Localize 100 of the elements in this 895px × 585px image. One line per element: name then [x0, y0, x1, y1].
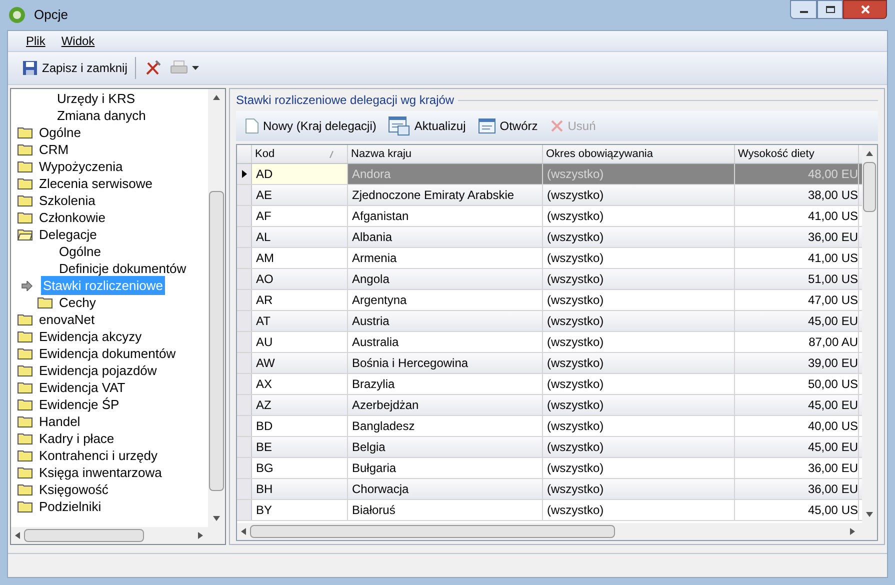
- toolbar-button[interactable]: Aktualizuj: [385, 116, 469, 136]
- table-row[interactable]: BE Belgia (wszystko) 45,00 EU: [237, 437, 862, 458]
- column-header[interactable]: Wysokość diety: [735, 145, 859, 163]
- table-cell: Brazylia: [348, 374, 543, 394]
- tree-item[interactable]: Członkowie: [37, 208, 108, 228]
- tree-item[interactable]: Ewidencje ŚP: [37, 394, 122, 414]
- table-cell: BD: [252, 416, 348, 436]
- table-cell: 45,00 EU: [735, 395, 859, 415]
- tree-item[interactable]: Delegacje: [37, 224, 99, 244]
- table-cell: (wszystko): [543, 185, 735, 205]
- group-title: Stawki rozliczeniowe delegacji wg krajów: [236, 92, 454, 109]
- close-button[interactable]: [843, 0, 887, 19]
- toolbar-button[interactable]: Otwórz: [474, 117, 541, 135]
- tree-item[interactable]: Ewidencja pojazdów: [37, 360, 159, 380]
- table-cell: 40,00 US: [735, 416, 859, 436]
- table-row[interactable]: AW Bośnia i Hercegowina (wszystko) 39,00 EU: [237, 353, 862, 374]
- tree-item[interactable]: Wypożyczenia: [37, 156, 125, 176]
- tree-item[interactable]: Handel: [37, 412, 82, 432]
- table-cell: 51,00 US: [735, 269, 859, 289]
- table-cell: Argentyna: [348, 290, 543, 310]
- table-row[interactable]: AF Afganistan (wszystko) 41,00 US: [237, 206, 862, 227]
- column-header[interactable]: Nazwa kraju: [348, 145, 543, 163]
- printer-icon: [170, 60, 188, 76]
- tree-item[interactable]: Szkolenia: [37, 190, 98, 210]
- table-cell: Białoruś: [348, 500, 543, 520]
- tree-item[interactable]: Ewidencja VAT: [37, 378, 128, 398]
- tree-item[interactable]: Kontrahenci i urzędy: [37, 446, 160, 466]
- tree-item[interactable]: Ewidencja akcyzy: [37, 326, 144, 346]
- tree-item[interactable]: Księga inwentarzowa: [37, 462, 164, 482]
- scroll-left-arrow-icon[interactable]: [241, 528, 246, 535]
- tree-item[interactable]: enovaNet: [37, 310, 97, 330]
- maximize-button[interactable]: [817, 0, 843, 19]
- table-cell: AR: [252, 290, 348, 310]
- minimize-button[interactable]: [790, 0, 817, 19]
- print-button[interactable]: [170, 60, 200, 76]
- table-row[interactable]: AL Albania (wszystko) 36,00 EU: [237, 227, 862, 248]
- arrow-icon: [21, 280, 33, 290]
- table-row[interactable]: AU Australia (wszystko) 87,00 AU: [237, 332, 862, 353]
- scroll-down-arrow-icon[interactable]: [866, 512, 873, 517]
- tree-item[interactable]: Księgowość: [37, 480, 110, 500]
- table-cell: AX: [252, 374, 348, 394]
- save-and-close-button[interactable]: Zapisz i zamknij: [22, 59, 128, 77]
- scroll-right-arrow-icon[interactable]: [850, 528, 855, 535]
- tree-item[interactable]: CRM: [37, 140, 71, 160]
- table-row[interactable]: AE Zjednoczone Emiraty Arabskie (wszystko) 38,00 US: [237, 185, 862, 206]
- table-row[interactable]: BD Bangladesz (wszystko) 40,00 US: [237, 416, 862, 437]
- toolbar-button[interactable]: Nowy (Kraj delegacji): [242, 117, 380, 135]
- tree-item[interactable]: Definicje dokumentów: [57, 258, 188, 278]
- scroll-right-arrow-icon[interactable]: [198, 532, 203, 539]
- scroll-thumb[interactable]: [863, 162, 876, 212]
- tree-item[interactable]: Cechy: [57, 292, 98, 312]
- column-header[interactable]: Okres obowiązywania: [543, 145, 735, 163]
- tree-item[interactable]: Podzielniki: [37, 496, 104, 516]
- scroll-up-arrow-icon[interactable]: [213, 95, 220, 100]
- table-row[interactable]: BG Bułgaria (wszystko) 36,00 EU: [237, 458, 862, 479]
- tree-item[interactable]: Zlecenia serwisowe: [37, 174, 154, 194]
- document-icon: [245, 118, 259, 134]
- scroll-thumb[interactable]: [250, 525, 615, 538]
- tree-item[interactable]: Ogólne: [37, 122, 83, 142]
- table-cell: (wszystko): [543, 437, 735, 457]
- scroll-up-arrow-icon[interactable]: [866, 151, 873, 156]
- table-row[interactable]: AT Austria (wszystko) 45,00 EU: [237, 311, 862, 332]
- menu-item[interactable]: Plik: [26, 32, 46, 50]
- table-cell: Zjednoczone Emiraty Arabskie: [348, 185, 543, 205]
- menu-item[interactable]: Widok: [61, 32, 95, 50]
- table-cell: AW: [252, 353, 348, 373]
- table-row[interactable]: AR Argentyna (wszystko) 47,00 US: [237, 290, 862, 311]
- table-cell: (wszystko): [543, 374, 735, 394]
- table-row[interactable]: AZ Azerbejdżan (wszystko) 45,00 EU: [237, 395, 862, 416]
- current-row-icon: [242, 170, 246, 178]
- tools-icon: [144, 59, 162, 77]
- table-cell: 38,00 US: [735, 185, 859, 205]
- tree-item[interactable]: Kadry i płace: [37, 428, 116, 448]
- table-cell: Albania: [348, 227, 543, 247]
- table-row[interactable]: BY Białoruś (wszystko) 45,00 US: [237, 500, 862, 521]
- row-indicator[interactable]: [237, 164, 252, 184]
- table-cell: Austria: [348, 311, 543, 331]
- form-icon: [388, 116, 410, 136]
- scroll-left-arrow-icon[interactable]: [15, 532, 20, 539]
- table-cell: AM: [252, 248, 348, 268]
- table-cell: Bośnia i Hercegowina: [348, 353, 543, 373]
- table-row[interactable]: BH Chorwacja (wszystko) 36,00 EU: [237, 479, 862, 500]
- tree-item[interactable]: Urzędy i KRS: [57, 89, 136, 108]
- tree-item[interactable]: Zmiana danych: [57, 106, 146, 126]
- tree-item[interactable]: Ogólne: [57, 242, 103, 262]
- scroll-thumb[interactable]: [209, 191, 224, 491]
- table-row[interactable]: AM Armenia (wszystko) 41,00 US: [237, 248, 862, 269]
- table-cell: AE: [252, 185, 348, 205]
- table-cell: 36,00 EU: [735, 479, 859, 499]
- table-cell: (wszystko): [543, 353, 735, 373]
- table-cell: (wszystko): [543, 206, 735, 226]
- scroll-down-arrow-icon[interactable]: [213, 516, 220, 521]
- table-row[interactable]: AX Brazylia (wszystko) 50,00 US: [237, 374, 862, 395]
- column-header[interactable]: Kod: [252, 145, 348, 163]
- table-row[interactable]: AD Andora (wszystko) 48,00 EU: [237, 164, 862, 185]
- scroll-thumb[interactable]: [24, 529, 144, 542]
- table-cell: (wszystko): [543, 269, 735, 289]
- tools-button[interactable]: [144, 59, 162, 77]
- table-row[interactable]: AO Angola (wszystko) 51,00 US: [237, 269, 862, 290]
- tree-item[interactable]: Ewidencja dokumentów: [37, 344, 178, 364]
